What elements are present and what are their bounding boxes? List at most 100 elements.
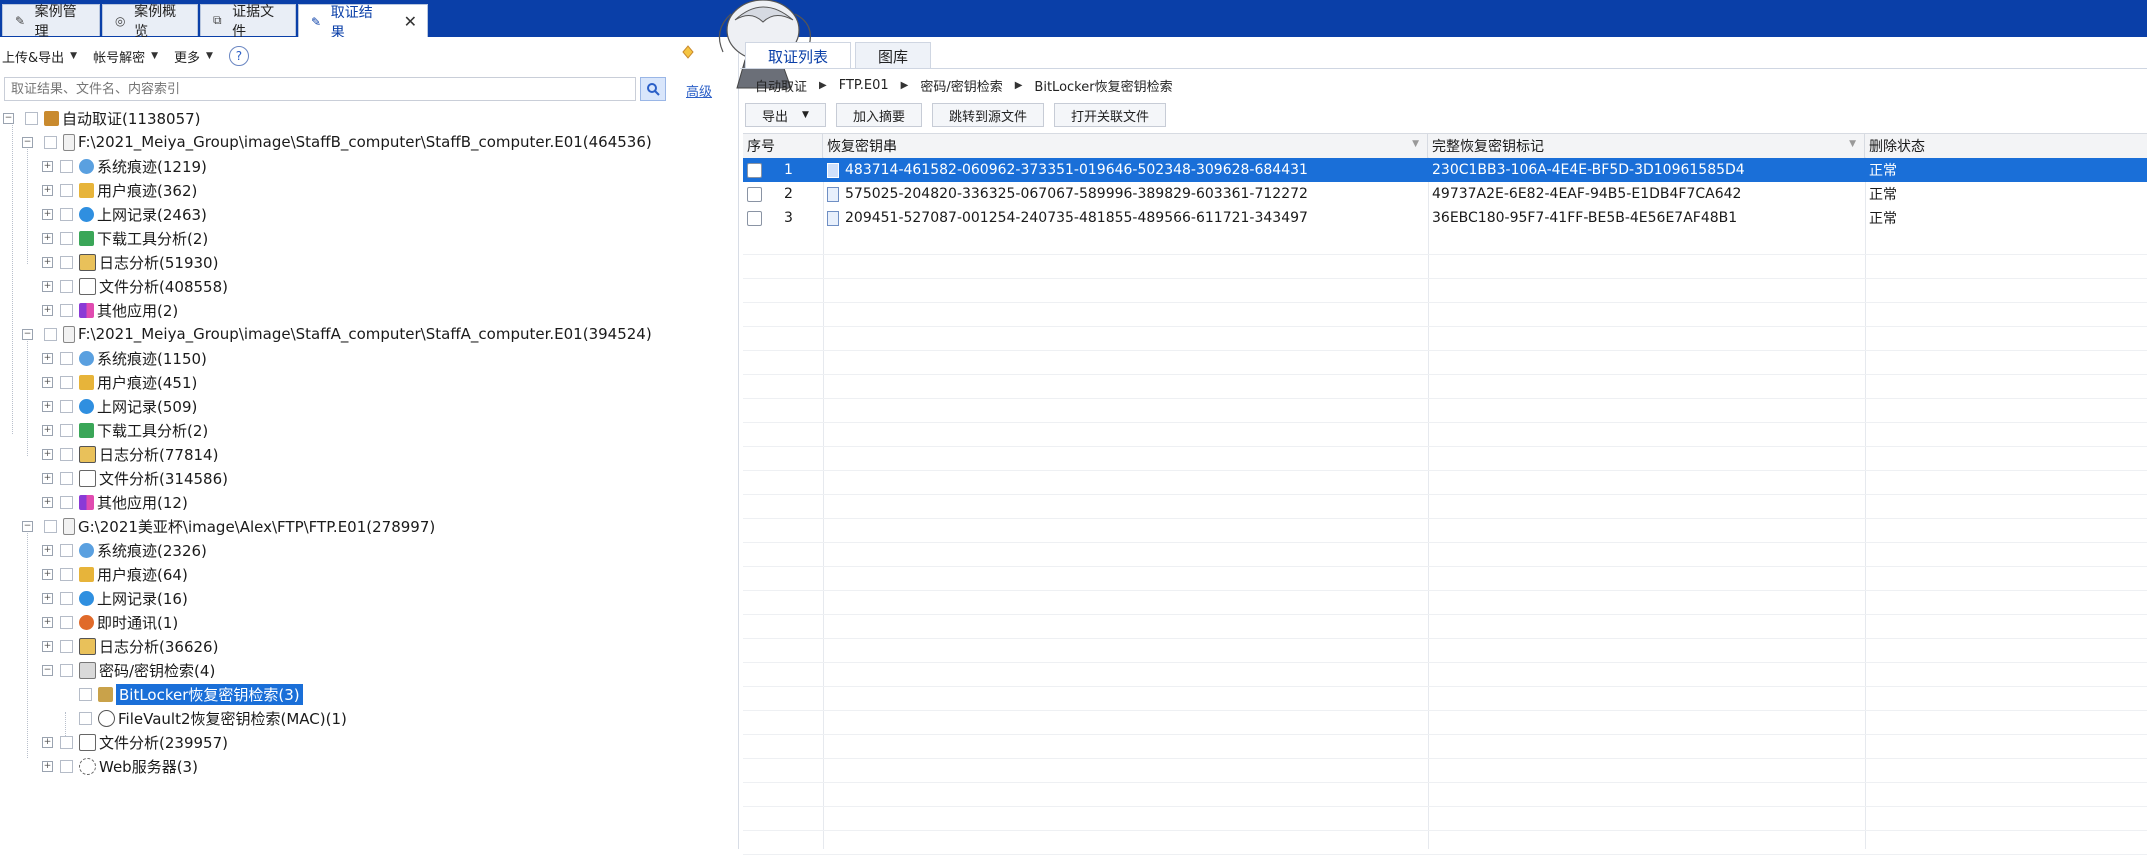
header-no[interactable]: 序号 [743, 134, 823, 158]
tree-checkbox[interactable] [60, 183, 73, 197]
tree-item-file-analysis[interactable]: + 文件分析(314586) [42, 467, 228, 489]
tree-checkbox[interactable] [60, 639, 73, 653]
tree-checkbox[interactable] [60, 735, 73, 749]
header-key-id[interactable]: 完整恢复密钥标记 ▼ [1428, 134, 1865, 158]
tree-item-log-analysis[interactable]: + 日志分析(77814) [42, 443, 218, 465]
tree-item-web-history[interactable]: + 上网记录(2463) [42, 203, 207, 225]
breadcrumb-item[interactable]: 自动取证 [755, 76, 807, 95]
tree-item-file-analysis[interactable]: + 文件分析(408558) [42, 275, 228, 297]
tree-checkbox[interactable] [60, 543, 73, 557]
breadcrumb-item[interactable]: BitLocker恢复密钥检索 [1034, 76, 1172, 95]
collapse-toggle[interactable]: − [3, 113, 14, 124]
breadcrumb-item[interactable]: 密码/密钥检索 [920, 76, 1002, 95]
tree-checkbox[interactable] [79, 711, 92, 725]
tree-evidence-staffa[interactable]: F:\2021_Meiya_Group\image\StaffA_compute… [44, 323, 652, 345]
tree-checkbox[interactable] [60, 231, 73, 245]
account-decrypt-dropdown[interactable]: 帐号解密 ▼ [91, 44, 162, 68]
tree-checkbox[interactable] [60, 471, 73, 485]
search-input[interactable] [4, 77, 636, 101]
tree-evidence-staffb[interactable]: F:\2021_Meiya_Group\image\StaffB_compute… [44, 131, 652, 153]
tree-item-log-analysis[interactable]: + 日志分析(51930) [42, 251, 218, 273]
table-row[interactable]: 3 209451-527087-001254-240735-481855-489… [743, 206, 2147, 230]
tab-evidence-files[interactable]: ⧉ 证据文件 [200, 4, 296, 40]
tree-checkbox[interactable] [60, 567, 73, 581]
tree-item-system-traces[interactable]: + 系统痕迹(2326) [42, 539, 207, 561]
search-button[interactable] [640, 77, 666, 101]
export-dropdown[interactable]: 导出 ▼ [745, 103, 826, 127]
tree-checkbox[interactable] [60, 447, 73, 461]
tree-checkbox[interactable] [44, 519, 57, 533]
tree-item-filevault-recovery[interactable]: FileVault2恢复密钥检索(MAC)(1) [79, 707, 347, 729]
collapse-toggle[interactable]: − [22, 521, 33, 532]
tree-checkbox[interactable] [60, 351, 73, 365]
tree-item-log-analysis[interactable]: + 日志分析(36626) [42, 635, 218, 657]
tree-evidence-ftp[interactable]: G:\2021美亚杯\image\Alex\FTP\FTP.E01(278997… [44, 515, 435, 537]
collapse-toggle[interactable]: − [22, 137, 33, 148]
tree-checkbox[interactable] [60, 303, 73, 317]
tree-item-web-history[interactable]: + 上网记录(509) [42, 395, 197, 417]
table-row[interactable]: 2 575025-204820-336325-067067-589996-389… [743, 182, 2147, 206]
globe-icon [79, 542, 94, 558]
tree-item-other-apps[interactable]: + 其他应用(12) [42, 491, 188, 513]
tree-item-download-tools[interactable]: + 下载工具分析(2) [42, 419, 209, 441]
filter-icon[interactable]: ▼ [1412, 139, 1419, 149]
tree-checkbox[interactable] [60, 255, 73, 269]
tree-checkbox[interactable] [60, 207, 73, 221]
tab-case-management[interactable]: ✎ 案例管理 [2, 4, 100, 40]
breadcrumb-item[interactable]: FTP.E01 [839, 78, 889, 93]
tree-checkbox[interactable] [60, 591, 73, 605]
empty-row [743, 422, 2147, 447]
tree-checkbox[interactable] [60, 279, 73, 293]
tab-forensic-list[interactable]: 取证列表 [745, 42, 852, 69]
row-checkbox[interactable] [747, 186, 762, 202]
tree-item-file-analysis[interactable]: + 文件分析(239957) [42, 731, 228, 753]
tree-checkbox[interactable] [60, 759, 73, 773]
tree-checkbox[interactable] [60, 423, 73, 437]
tree-root-auto-forensics[interactable]: 自动取证(1138057) [25, 107, 201, 129]
tree-item-web-server[interactable]: + Web服务器(3) [42, 755, 198, 777]
tree-checkbox[interactable] [60, 375, 73, 389]
filter-icon[interactable]: ▼ [1849, 139, 1856, 149]
tree-checkbox[interactable] [60, 495, 73, 509]
tab-forensic-results[interactable]: ✎ 取证结果 ✕ [298, 4, 428, 41]
empty-row [743, 686, 2147, 711]
tree-item-user-traces[interactable]: + 用户痕迹(451) [42, 371, 197, 393]
tab-case-overview[interactable]: ◎ 案例概览 [102, 4, 198, 40]
collapse-toggle[interactable]: − [22, 329, 33, 340]
tree-item-instant-messaging[interactable]: + 即时通讯(1) [42, 611, 178, 633]
tree-checkbox[interactable] [60, 663, 73, 677]
more-dropdown[interactable]: 更多 ▼ [172, 44, 217, 68]
tab-gallery[interactable]: 图库 [855, 42, 932, 69]
tree-checkbox[interactable] [44, 135, 57, 149]
row-checkbox[interactable] [747, 162, 762, 178]
tree-item-other-apps[interactable]: + 其他应用(2) [42, 299, 178, 321]
document-icon [79, 733, 96, 751]
tree-checkbox[interactable] [44, 327, 57, 341]
close-icon[interactable]: ✕ [404, 12, 417, 31]
tree-item-password-search[interactable]: − 密码/密钥检索(4) [42, 659, 215, 681]
help-icon[interactable]: ? [228, 46, 249, 66]
tree-checkbox[interactable] [60, 399, 73, 413]
tree-item-user-traces[interactable]: + 用户痕迹(64) [42, 563, 188, 585]
table-row[interactable]: 1 483714-461582-060962-373351-019646-502… [743, 158, 2147, 182]
add-summary-button[interactable]: 加入摘要 [835, 103, 922, 127]
header-delete-status[interactable]: 删除状态 [1865, 134, 2147, 158]
tree-checkbox[interactable] [60, 615, 73, 629]
header-recovery-key[interactable]: 恢复密钥串 ▼ [823, 134, 1428, 158]
tree-item-system-traces[interactable]: + 系统痕迹(1219) [42, 155, 207, 177]
tree-label: 下载工具分析(2) [97, 421, 209, 440]
tree-item-user-traces[interactable]: + 用户痕迹(362) [42, 179, 197, 201]
tree-label: 系统痕迹(1150) [97, 349, 207, 368]
tree-checkbox[interactable] [25, 111, 38, 125]
tree-item-system-traces[interactable]: + 系统痕迹(1150) [42, 347, 207, 369]
open-related-file-button[interactable]: 打开关联文件 [1053, 103, 1166, 127]
tree-item-web-history[interactable]: + 上网记录(16) [42, 587, 188, 609]
jump-to-source-button[interactable]: 跳转到源文件 [931, 103, 1044, 127]
tree-item-download-tools[interactable]: + 下载工具分析(2) [42, 227, 208, 249]
upload-export-dropdown[interactable]: 上传&导出 ▼ [0, 44, 81, 68]
row-checkbox[interactable] [747, 210, 762, 226]
tree-checkbox[interactable] [60, 159, 73, 173]
file-icon [63, 133, 75, 151]
tree-checkbox[interactable] [79, 687, 92, 701]
tree-item-bitlocker-recovery[interactable]: BitLocker恢复密钥检索(3) [79, 683, 303, 705]
